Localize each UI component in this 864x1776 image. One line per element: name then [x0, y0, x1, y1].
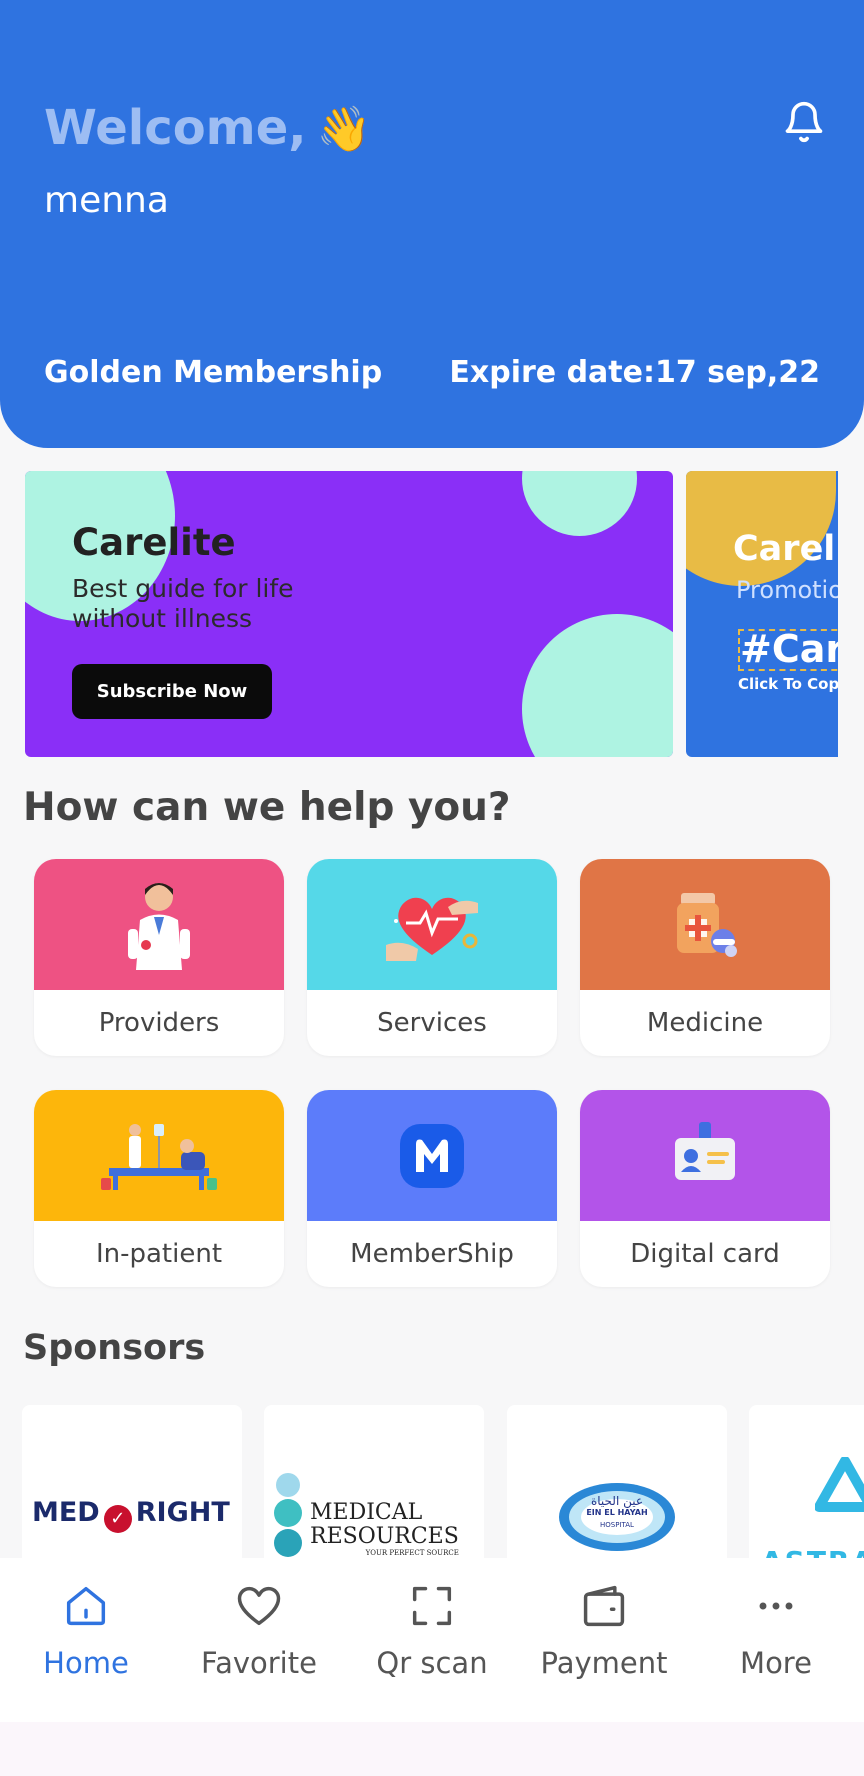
sponsors-title: Sponsors — [23, 1328, 206, 1368]
sponsor-medical-resources-logo: MEDICAL RESOURCES YOUR PERFECT SOURCE — [310, 1501, 459, 1558]
banner2-title: Careli — [733, 529, 838, 569]
logo-dot — [276, 1473, 300, 1497]
qr-scan-icon — [412, 1586, 452, 1626]
banner2-subtitle: Promotio — [736, 576, 838, 604]
tile-services-label: Services — [377, 1008, 487, 1038]
nav-payment-label: Payment — [540, 1646, 668, 1680]
nav-more-label: More — [740, 1646, 812, 1680]
tile-medicine-label: Medicine — [646, 1008, 764, 1038]
expire-date: Expire date:17 sep,22 — [449, 355, 820, 390]
bottom-nav: Home Favorite Qr scan Payment More — [0, 1558, 864, 1722]
sponsor-medright-logo: MED ✓ RIGHT — [32, 1497, 230, 1533]
tile-membership[interactable]: MemberShip — [307, 1090, 557, 1287]
welcome-heading: Welcome, 👋 — [44, 100, 371, 156]
more-icon — [759, 1602, 793, 1610]
nav-payment[interactable]: Payment — [518, 1558, 690, 1722]
nav-qr-scan[interactable]: Qr scan — [346, 1558, 518, 1722]
medright-part2: RIGHT — [135, 1497, 230, 1528]
astra-logo-icon — [815, 1457, 864, 1512]
waving-hand-icon: 👋 — [316, 104, 372, 155]
tile-membership-label: MemberShip — [350, 1239, 514, 1269]
membership-type: Golden Membership — [44, 355, 383, 390]
logo-line2: RESOURCES — [310, 1524, 459, 1549]
logo-tagline: YOUR PERFECT SOURCE — [365, 1549, 459, 1557]
hospital-bed-icon — [101, 1123, 217, 1190]
tile-providers-header — [34, 859, 284, 990]
tile-services[interactable]: Services — [307, 859, 557, 1056]
ein-el-hayah-text: عين الحياة EIN EL HAYAH HOSPITAL — [555, 1495, 679, 1531]
membership-m-icon — [400, 1123, 464, 1188]
tile-providers-label: Providers — [98, 1008, 220, 1038]
banner-subtitle-line1: Best guide for life — [72, 574, 294, 603]
nav-more[interactable]: More — [690, 1558, 862, 1722]
nav-favorite-label: Favorite — [201, 1646, 317, 1680]
banner-subtitle-line2: without illness — [72, 604, 253, 633]
tile-digital-card-label: Digital card — [630, 1239, 780, 1269]
decor-circle — [522, 614, 673, 757]
nav-favorite[interactable]: Favorite — [173, 1558, 345, 1722]
nav-home-label: Home — [43, 1646, 129, 1680]
nav-home[interactable]: Home — [0, 1558, 172, 1722]
nav-qr-scan-label: Qr scan — [376, 1646, 488, 1680]
promo-code-box[interactable]: #Car — [738, 627, 838, 671]
tile-medicine-header — [580, 859, 830, 990]
username: menna — [44, 180, 169, 221]
bell-icon[interactable] — [782, 100, 826, 144]
banner-title: Carelite — [72, 521, 236, 564]
medright-part1: MED — [32, 1497, 100, 1528]
logo-line1: MEDICAL — [310, 1500, 423, 1525]
copy-hint: Click To Copy — [738, 675, 838, 693]
system-bottom-area — [0, 1722, 864, 1776]
wallet-icon — [583, 1585, 625, 1627]
tile-inpatient-label: In-patient — [95, 1239, 223, 1269]
logo-arabic: عين الحياة — [590, 1494, 644, 1508]
tile-membership-header — [307, 1090, 557, 1221]
id-card-icon — [675, 1121, 735, 1180]
welcome-text: Welcome, — [44, 100, 307, 156]
tile-digital-card[interactable]: Digital card — [580, 1090, 830, 1287]
check-badge-icon: ✓ — [103, 1505, 132, 1533]
tile-inpatient-header — [34, 1090, 284, 1221]
help-section-title: How can we help you? — [23, 785, 511, 830]
medicine-bottle-icon — [677, 892, 737, 957]
doctor-icon — [128, 882, 190, 970]
logo-dot — [274, 1499, 302, 1527]
header-panel: Welcome, 👋 menna Golden Membership Expire… — [0, 0, 864, 448]
logo-sub: HOSPITAL — [600, 1521, 634, 1529]
logo-dot — [274, 1529, 302, 1557]
tile-medicine[interactable]: Medicine — [580, 859, 830, 1056]
decor-circle — [522, 471, 637, 536]
promo-banner-code[interactable]: Careli Promotio #Car Click To Copy — [686, 471, 838, 757]
heart-icon — [237, 1586, 281, 1626]
tile-providers[interactable]: Providers — [34, 859, 284, 1056]
tile-services-header — [307, 859, 557, 990]
home-icon — [66, 1586, 106, 1626]
promo-banner-carelite[interactable]: Carelite Best guide for life without ill… — [25, 471, 673, 757]
tile-inpatient[interactable]: In-patient — [34, 1090, 284, 1287]
promo-code: #Car — [740, 627, 838, 671]
tile-digital-card-header — [580, 1090, 830, 1221]
subscribe-now-button[interactable]: Subscribe Now — [72, 664, 272, 719]
heart-care-icon — [386, 897, 478, 961]
logo-english: EIN EL HAYAH — [586, 1508, 648, 1517]
